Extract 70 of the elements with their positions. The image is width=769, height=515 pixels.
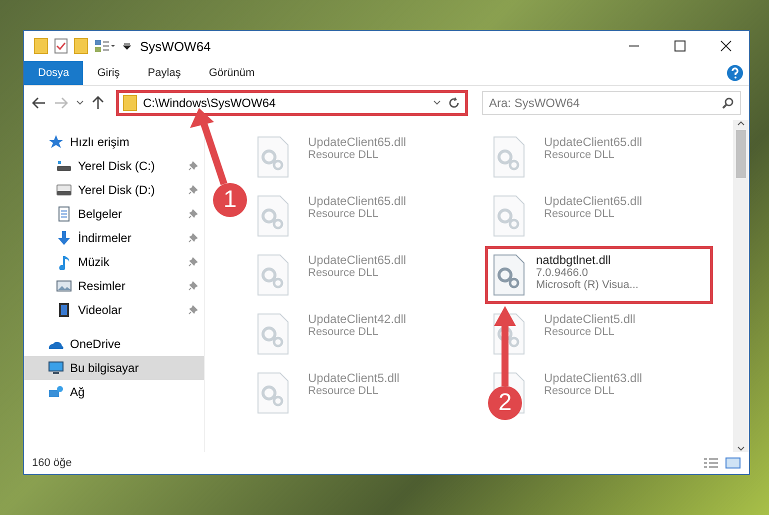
dropdown-icon[interactable]	[122, 41, 132, 51]
refresh-icon[interactable]	[447, 96, 461, 110]
window-title: SysWOW64	[140, 38, 211, 54]
search-icon	[722, 97, 734, 109]
music-note-icon	[56, 254, 72, 270]
large-icons-view-icon[interactable]	[725, 457, 741, 469]
drive-icon	[56, 158, 72, 174]
file-name: natdbgtlnet.dll	[536, 253, 612, 267]
ribbon-tab[interactable]: Dosya	[24, 61, 84, 85]
sidebar-item[interactable]: Resimler	[24, 274, 204, 298]
document-icon	[56, 206, 72, 222]
dll-file-icon	[492, 194, 526, 238]
monitor-icon	[48, 360, 64, 376]
item-count: 160 öğe	[32, 457, 72, 469]
ribbon-tab[interactable]: Görünüm	[194, 61, 269, 85]
dll-file-icon	[256, 253, 290, 297]
recent-locations-icon[interactable]	[76, 100, 84, 106]
sidebar-item[interactable]: Hızlı erişim	[24, 130, 204, 154]
search-field[interactable]: Ara: SysWOW64	[482, 91, 741, 115]
sidebar-item[interactable]: Belgeler	[24, 202, 204, 226]
picture-icon	[56, 278, 72, 294]
close-icon[interactable]	[720, 40, 732, 52]
file-detail: 7.0.9466.0	[536, 267, 589, 279]
sidebar-item[interactable]: Ağ	[24, 380, 204, 404]
dll-file-icon	[492, 253, 526, 297]
drive-icon	[56, 182, 72, 198]
network-icon	[48, 384, 64, 400]
maximize-icon[interactable]	[674, 40, 686, 52]
scrollbar[interactable]	[733, 120, 749, 452]
sidebar-item[interactable]: Bu bilgisayar	[24, 356, 204, 380]
address-bar[interactable]: C:\Windows\SysWOW64	[116, 90, 468, 116]
down-arrow-icon	[56, 230, 72, 246]
film-icon	[56, 302, 72, 318]
chevron-down-icon[interactable]	[433, 100, 441, 106]
ribbon-tab[interactable]: Paylaş	[134, 61, 195, 85]
file-detail: Microsoft (R) Visua...	[536, 279, 638, 291]
sidebar-item[interactable]: Yerel Disk (C:)	[24, 154, 204, 178]
file-detail: Resource DLL	[544, 149, 616, 161]
file-detail: Resource DLL	[308, 267, 380, 279]
file-detail: Resource DLL	[544, 208, 616, 220]
star-icon	[48, 134, 64, 150]
sidebar-item[interactable]: OneDrive	[24, 332, 204, 356]
folder-icon	[123, 95, 137, 111]
scroll-down-icon[interactable]	[737, 446, 745, 452]
scroll-thumb[interactable]	[736, 130, 746, 178]
file-detail: Resource DLL	[308, 326, 380, 338]
scroll-up-icon[interactable]	[737, 120, 745, 126]
back-icon[interactable]	[32, 97, 46, 109]
dll-file-icon	[256, 312, 290, 356]
sidebar-item[interactable]: Videolar	[24, 298, 204, 322]
dll-file-icon	[256, 194, 290, 238]
dll-file-icon	[256, 135, 290, 179]
properties-icon[interactable]	[54, 38, 68, 54]
ribbon-tab[interactable]: Giriş	[83, 61, 134, 85]
sidebar-item[interactable]: Müzik	[24, 250, 204, 274]
dll-file-icon	[256, 371, 290, 415]
sidebar-item[interactable]: Yerel Disk (D:)	[24, 178, 204, 202]
file-detail: Resource DLL	[308, 149, 380, 161]
view-options-icon[interactable]	[94, 39, 116, 53]
file-item[interactable]: natdbgtlnet.dll 7.0.9466.0 Microsoft (R) Visua...	[485, 246, 713, 304]
file-detail: Resource DLL	[544, 326, 616, 338]
details-view-icon[interactable]	[703, 457, 719, 469]
file-detail: Resource DLL	[544, 385, 616, 397]
minimize-icon[interactable]	[628, 45, 640, 47]
help-icon[interactable]	[727, 65, 743, 81]
dll-file-icon	[492, 135, 526, 179]
sidebar-item[interactable]: İndirmeler	[24, 226, 204, 250]
up-icon[interactable]	[92, 96, 104, 110]
file-detail: Resource DLL	[308, 385, 380, 397]
file-detail: Resource DLL	[308, 208, 380, 220]
